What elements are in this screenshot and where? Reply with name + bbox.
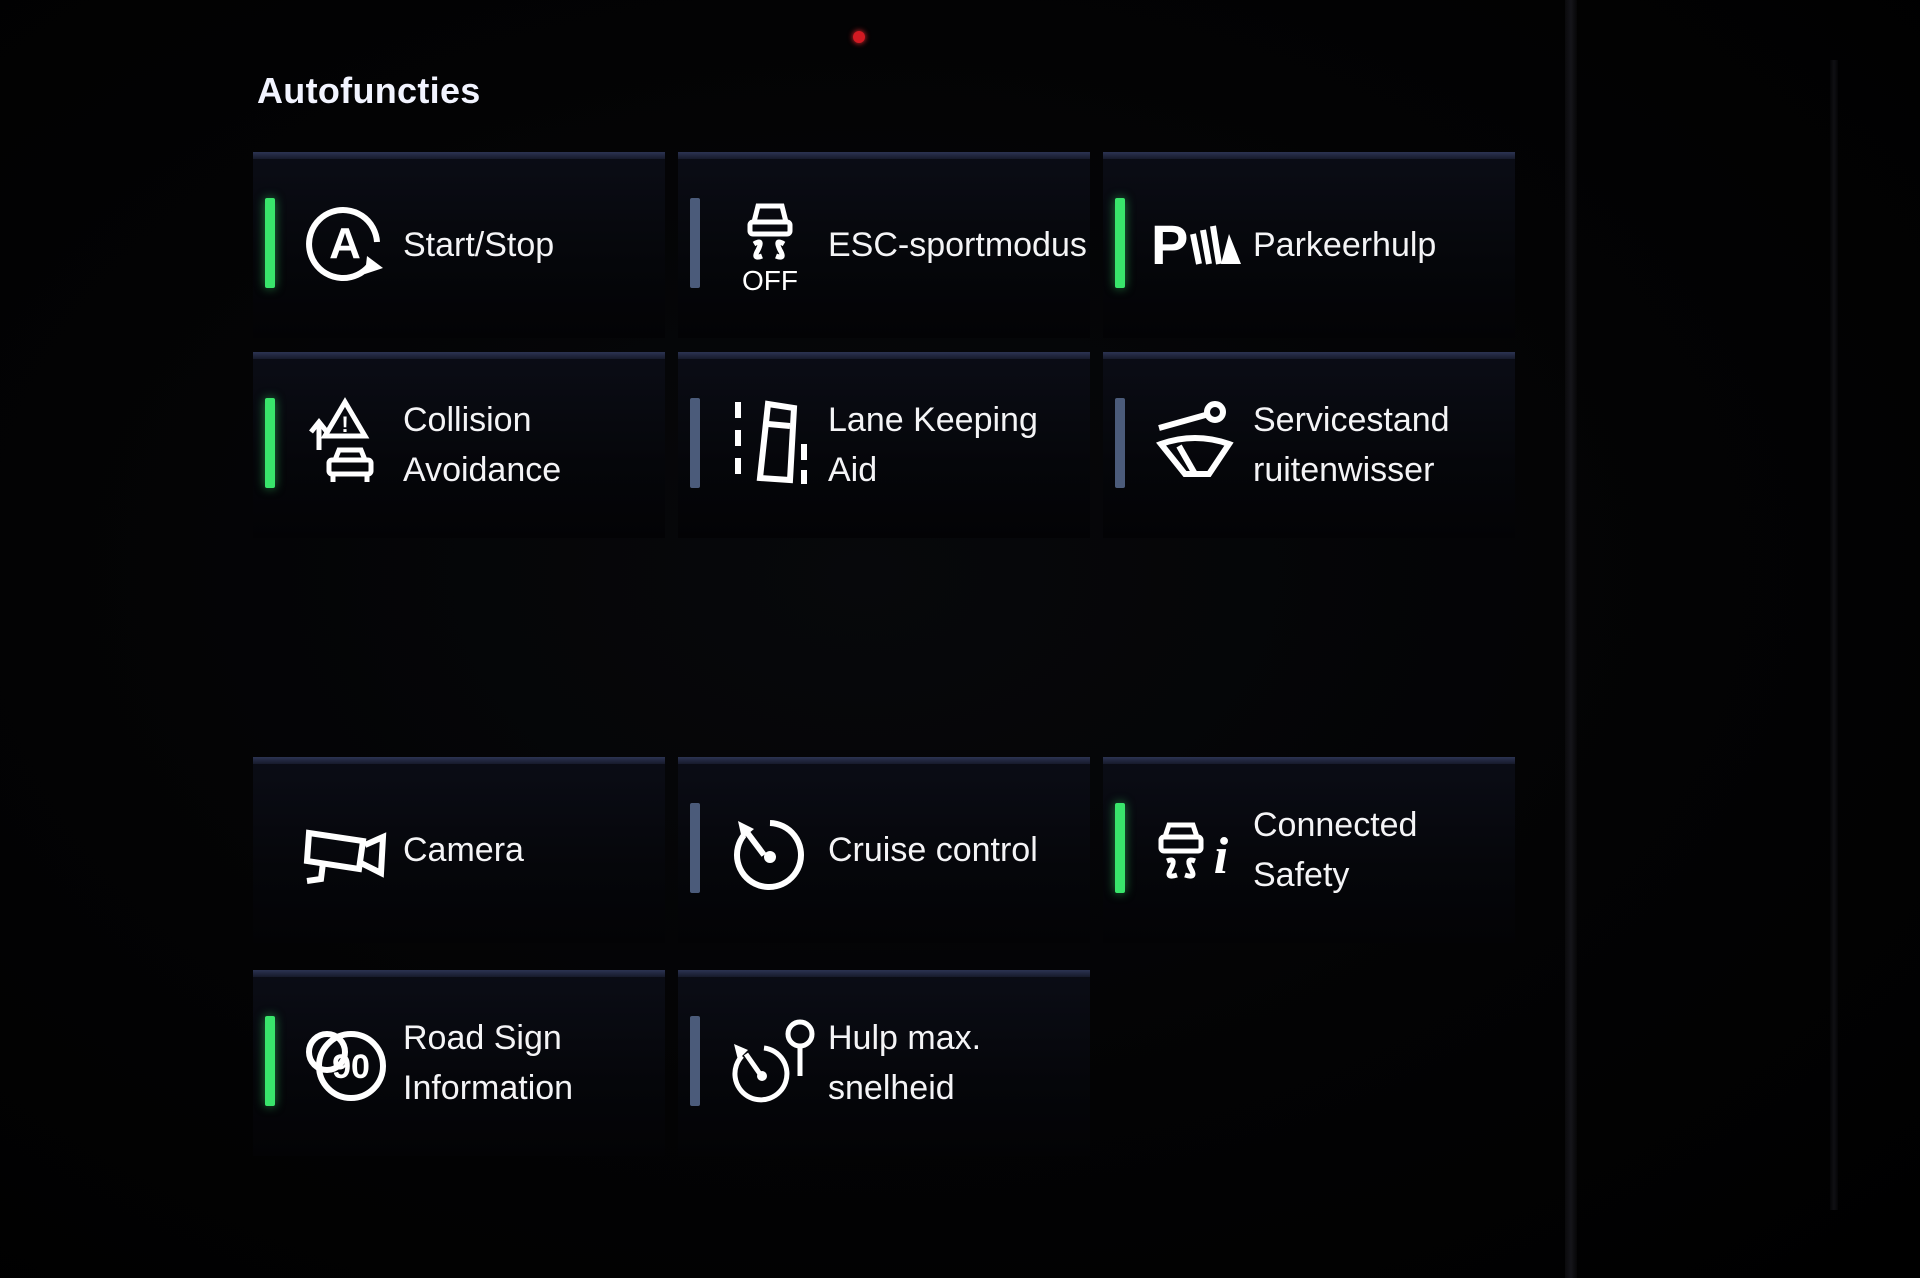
tile-camera[interactable]: Camera <box>253 757 665 943</box>
status-indicator <box>690 198 700 288</box>
status-led <box>853 31 865 43</box>
status-indicator <box>690 398 700 488</box>
status-indicator <box>265 1016 275 1106</box>
svg-text:!: ! <box>341 412 348 437</box>
tile-servicestand-ruitenwisser[interactable]: Servicestand ruitenwisser <box>1103 352 1515 538</box>
display-screen: Autofuncties A Start/Stop OFF ESC-sportm… <box>0 0 1920 1278</box>
tile-label: Collision Avoidance <box>403 401 562 489</box>
camera-icon <box>299 799 391 899</box>
tile-label: Start/Stop <box>403 226 555 264</box>
status-indicator <box>1115 803 1125 893</box>
tile-label: Lane Keeping Aid <box>828 401 1038 489</box>
svg-text:OFF: OFF <box>742 265 798 294</box>
tile-cruise-control[interactable]: Cruise control <box>678 757 1090 943</box>
park-assist-icon: P <box>1149 194 1245 294</box>
tile-esc-sport[interactable]: OFF ESC-sportmodus <box>678 152 1090 338</box>
esc-off-icon: OFF <box>724 194 816 296</box>
tile-label: Hulp max. snelheid <box>828 1019 982 1107</box>
tile-label: Connected Safety <box>1253 806 1418 894</box>
speed-limiter-icon <box>724 1012 816 1112</box>
tile-hulp-max-snelheid[interactable]: Hulp max. snelheid <box>678 970 1090 1156</box>
page-title: Autofuncties <box>257 70 481 111</box>
connected-safety-icon: i <box>1149 799 1241 899</box>
tile-label: Camera <box>403 831 524 869</box>
wiper-service-icon <box>1149 394 1241 494</box>
tile-start-stop[interactable]: A Start/Stop <box>253 152 665 338</box>
collision-avoidance-icon: ! <box>299 394 391 494</box>
status-indicator <box>1115 198 1125 288</box>
tile-label: Parkeerhulp <box>1253 226 1437 264</box>
tile-label: Servicestand ruitenwisser <box>1253 401 1450 489</box>
tile-label: Road Sign Information <box>403 1019 574 1107</box>
tile-label: Cruise control <box>828 831 1038 869</box>
status-indicator <box>690 803 700 893</box>
tile-lane-keeping[interactable]: Lane Keeping Aid <box>678 352 1090 538</box>
auto-start-stop-icon: A <box>299 194 391 294</box>
road-sign-icon: 90 <box>299 1012 391 1112</box>
status-indicator <box>265 198 275 288</box>
status-indicator <box>265 398 275 488</box>
status-indicator <box>1115 398 1125 488</box>
svg-text:A: A <box>329 219 361 268</box>
status-indicator <box>690 1016 700 1106</box>
lane-keeping-icon <box>724 394 816 494</box>
tile-collision-avoidance[interactable]: ! Collision Avoidance <box>253 352 665 538</box>
screen-bezel <box>1565 0 1577 1278</box>
tile-parkeerhulp[interactable]: P Parkeerhulp <box>1103 152 1515 338</box>
tile-road-sign-information[interactable]: 90 Road Sign Information <box>253 970 665 1156</box>
svg-text:P: P <box>1151 213 1188 276</box>
svg-text:90: 90 <box>332 1048 370 1086</box>
tile-connected-safety[interactable]: i Connected Safety <box>1103 757 1515 943</box>
svg-text:i: i <box>1214 828 1229 885</box>
cruise-control-icon <box>724 799 816 899</box>
tile-label: ESC-sportmodus <box>828 226 1087 264</box>
screen-frame-edge <box>1830 60 1838 1210</box>
